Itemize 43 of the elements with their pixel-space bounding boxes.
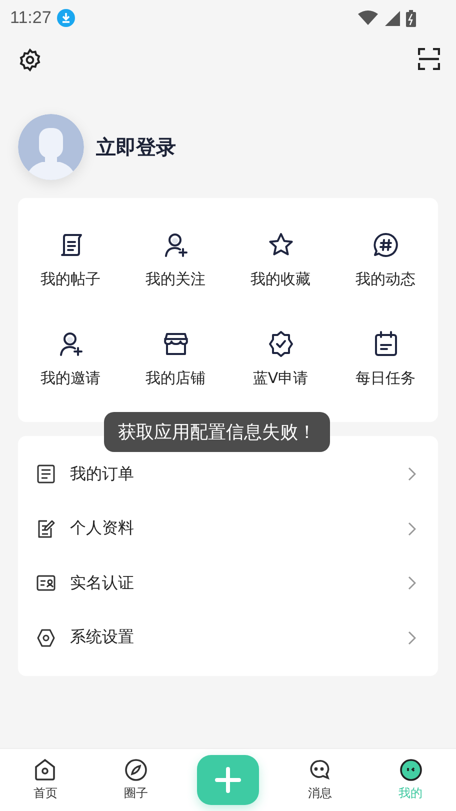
shortcut-item[interactable]: 我的帖子 (18, 232, 123, 289)
menu-item[interactable]: 实名认证 (18, 556, 438, 610)
shortcut-item[interactable]: 我的动态 (333, 232, 438, 289)
menu-item[interactable]: 系统设置 (18, 610, 438, 665)
chevron-right-icon (408, 630, 416, 645)
shortcut-item[interactable]: 我的邀请 (18, 331, 123, 388)
nav-tab[interactable]: 消息 (290, 758, 350, 802)
hashtag-bubble-icon (372, 232, 398, 258)
document-icon (36, 464, 56, 484)
shortcut-item[interactable]: 蓝V申请 (228, 331, 333, 388)
chevron-right-icon (408, 522, 416, 536)
id-card-icon (36, 573, 56, 594)
badge-check-icon (268, 331, 294, 357)
wifi-icon (358, 10, 378, 26)
signal-icon (384, 10, 400, 26)
login-link[interactable]: 立即登录 (96, 134, 176, 160)
star-icon (268, 232, 294, 258)
edit-document-icon (36, 518, 56, 539)
shortcut-item[interactable]: 我的店铺 (123, 331, 228, 388)
plus-icon (214, 766, 242, 794)
chevron-right-icon (408, 467, 416, 482)
calendar-icon (372, 331, 398, 357)
user-add-icon (58, 331, 84, 357)
shortcut-item[interactable]: 每日任务 (333, 331, 438, 388)
settings-button[interactable] (18, 48, 42, 72)
error-toast: 获取应用配置信息失败！ (104, 412, 330, 452)
house-icon (33, 758, 58, 782)
face-icon (398, 758, 423, 782)
chevron-right-icon (408, 576, 416, 590)
nav-tab[interactable]: 首页 (15, 758, 76, 802)
nav-tab[interactable]: 圈子 (106, 758, 166, 802)
shortcut-item[interactable]: 我的关注 (123, 232, 228, 289)
store-icon (162, 331, 188, 357)
download-icon (57, 9, 76, 27)
clock: 11:27 (10, 8, 52, 28)
compass-icon (124, 758, 148, 782)
user-add-icon (162, 232, 188, 258)
shortcut-item[interactable]: 我的收藏 (228, 232, 333, 289)
hexagon-icon (36, 628, 56, 648)
battery-icon (406, 10, 416, 26)
scan-button[interactable] (418, 48, 440, 72)
chat-bubble-icon (308, 758, 332, 782)
menu-item[interactable]: 个人资料 (18, 502, 438, 556)
